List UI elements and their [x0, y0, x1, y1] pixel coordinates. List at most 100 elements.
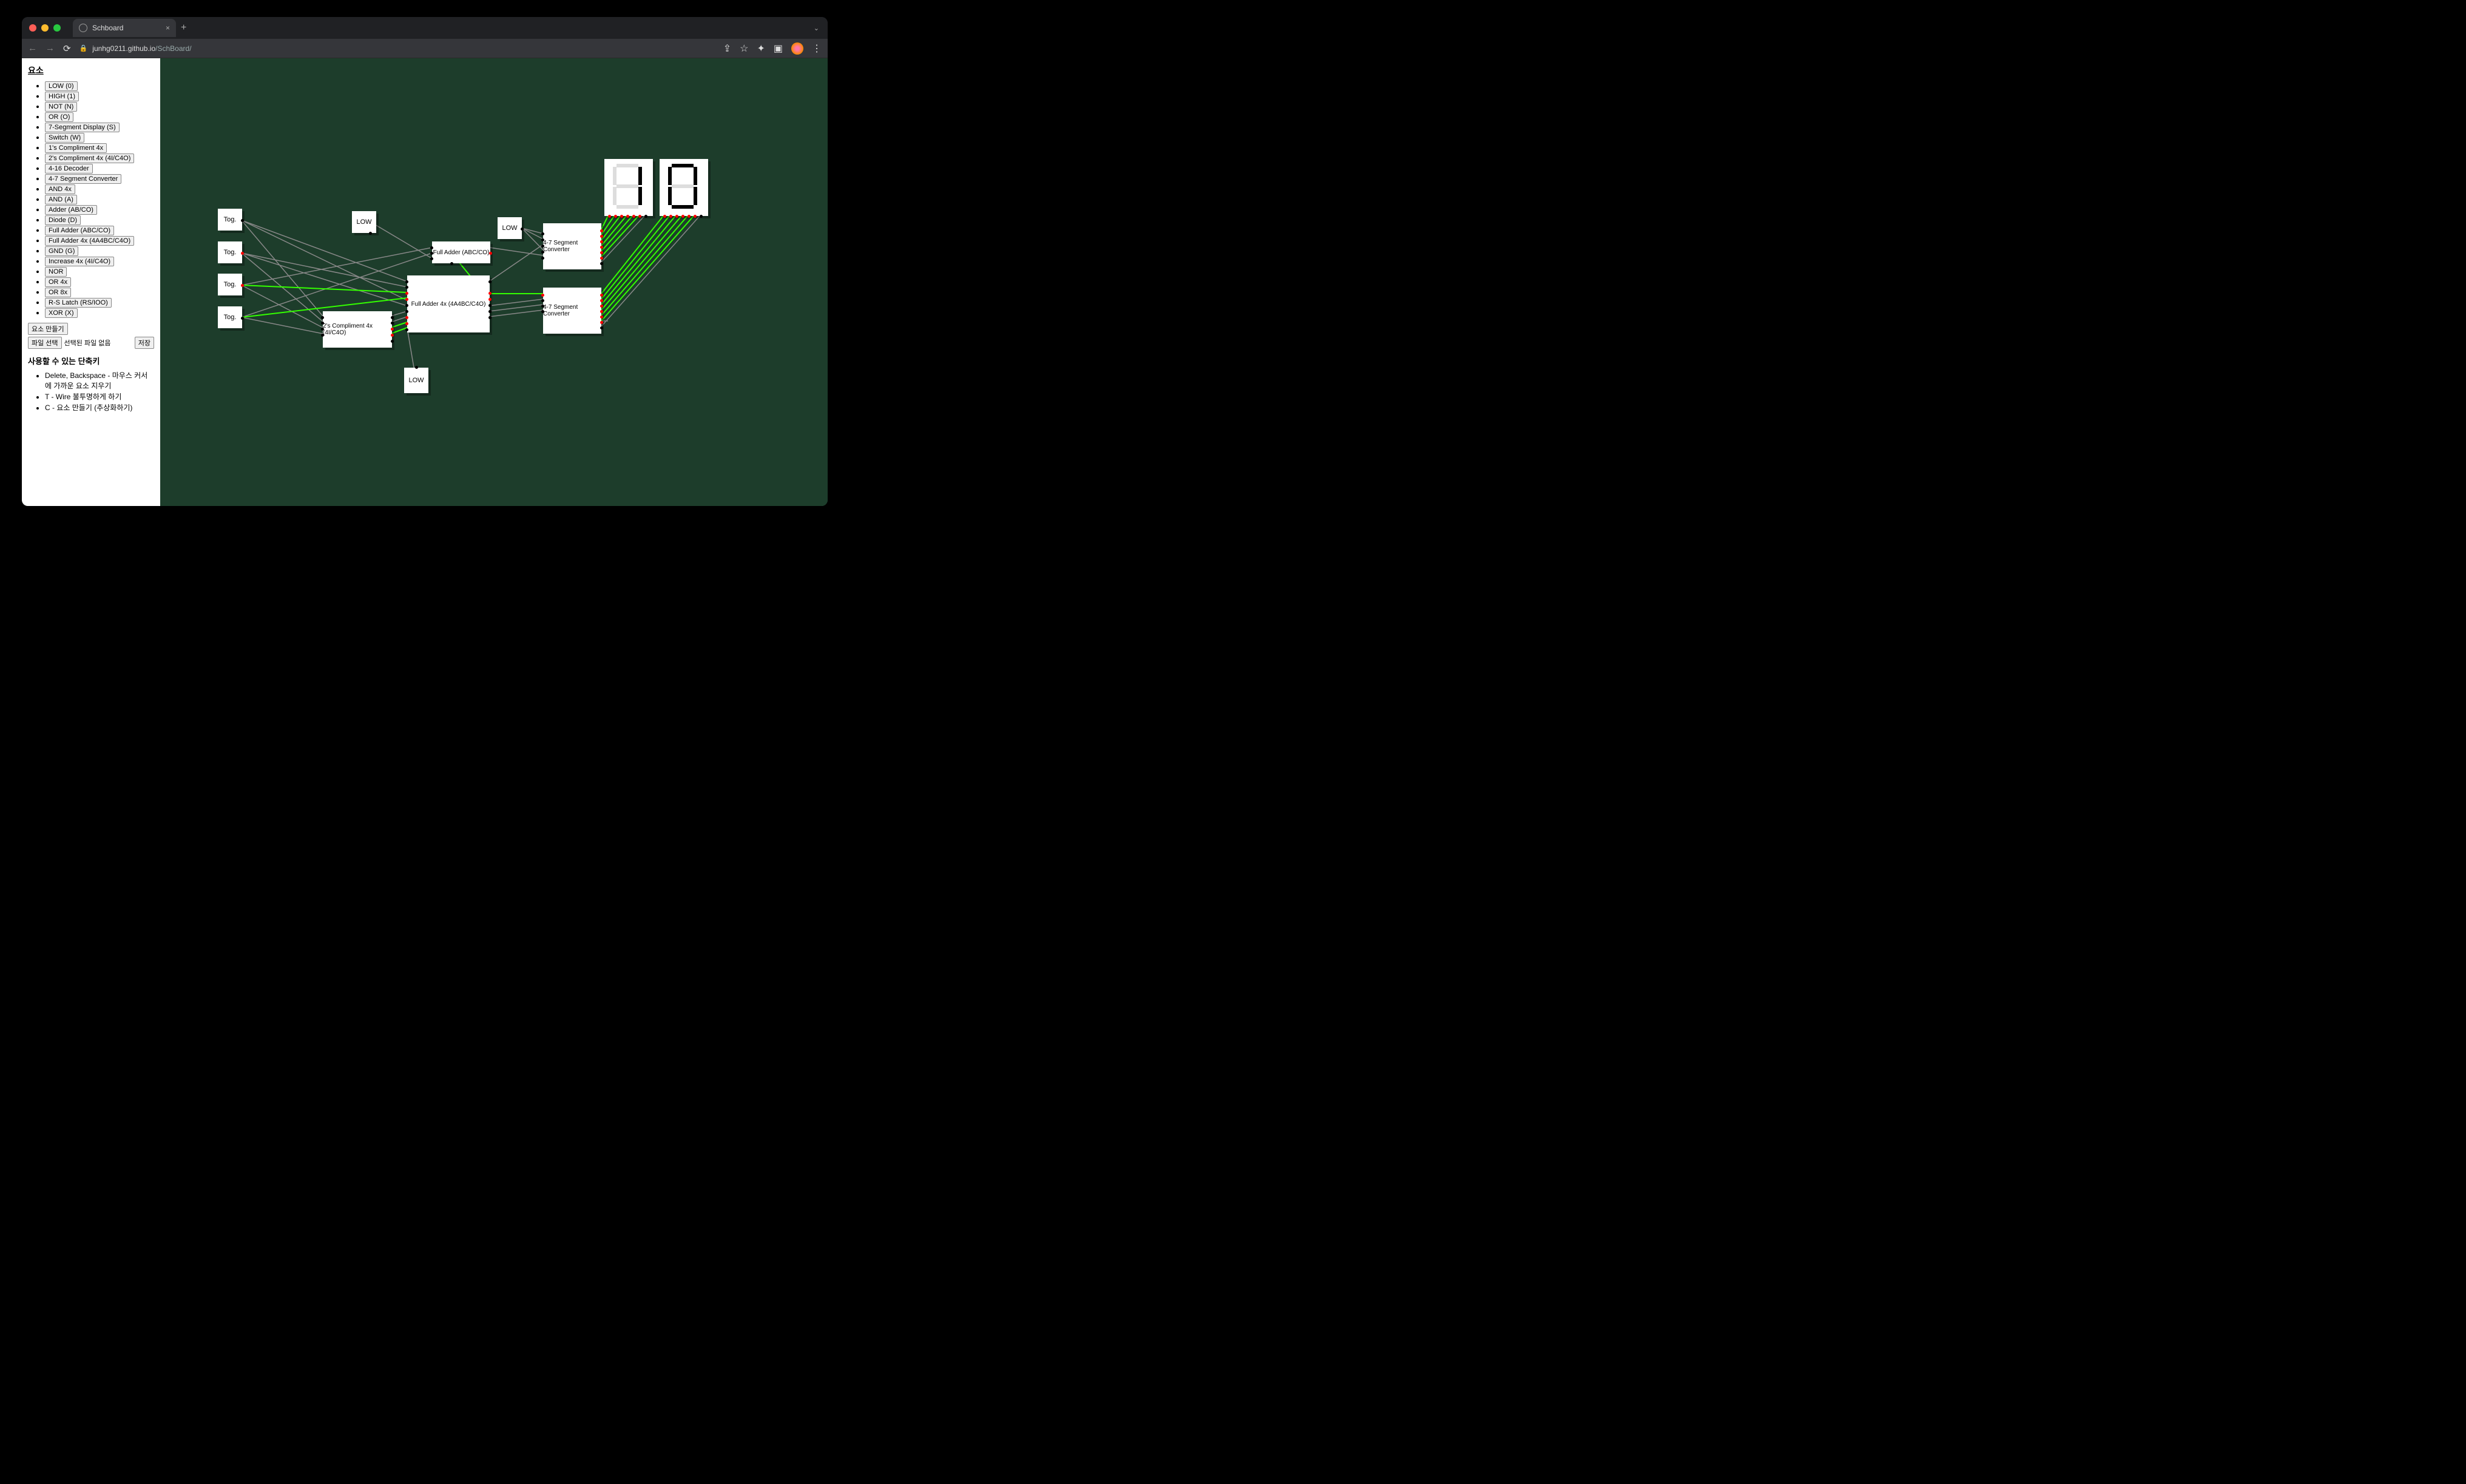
element-button[interactable]: XOR (X) [45, 308, 78, 318]
tabs-menu-icon[interactable]: ⌄ [814, 24, 819, 32]
node-toggle-3[interactable]: Tog. [218, 274, 242, 295]
element-button[interactable]: 2's Compliment 4x (4I/C4O) [45, 153, 134, 163]
element-list-item: Diode (D) [45, 215, 154, 225]
file-select-button[interactable]: 파일 선택 [28, 337, 62, 349]
element-button[interactable]: OR (O) [45, 112, 73, 122]
extensions-icon[interactable]: ✦ [757, 42, 765, 55]
element-button[interactable]: HIGH (1) [45, 92, 79, 101]
element-list-item: Adder (AB/CO) [45, 205, 154, 215]
node-converter-2[interactable]: 4-7 Segment Converter [543, 288, 601, 334]
element-button[interactable]: Full Adder 4x (4A4BC/C4O) [45, 236, 134, 246]
element-button[interactable]: Diode (D) [45, 215, 81, 225]
element-list-item: XOR (X) [45, 308, 154, 318]
node-toggle-4[interactable]: Tog. [218, 306, 242, 328]
element-list-item: NOR [45, 267, 154, 277]
panel-icon[interactable]: ▣ [774, 42, 783, 55]
shortcut-item: Delete, Backspace - 마우스 커서에 가까운 요소 지우기 [45, 370, 154, 391]
sidebar-heading: 요소 [28, 64, 154, 76]
tab-bar: Schboard × + ⌄ [22, 17, 828, 39]
bookmark-icon[interactable]: ☆ [740, 42, 748, 55]
save-button[interactable]: 저장 [135, 337, 154, 349]
node-low-2[interactable]: LOW [498, 217, 522, 239]
element-button[interactable]: 1's Compliment 4x [45, 143, 107, 153]
element-button[interactable]: Full Adder (ABC/CO) [45, 226, 114, 235]
url-field[interactable]: 🔒 junhg0211.github.io/SchBoard/ [79, 44, 715, 53]
maximize-window-icon[interactable] [53, 24, 61, 32]
shortcuts-heading: 사용할 수 있는 단축키 [28, 355, 154, 366]
element-button[interactable]: Increase 4x (4I/C4O) [45, 257, 114, 266]
node-label: 4-7 Segment Converter [543, 304, 601, 317]
element-button[interactable]: OR 8x [45, 288, 71, 297]
node-2s-compliment[interactable]: 2's Compliment 4x (4I/C4O) [323, 311, 392, 348]
element-button[interactable]: 7-Segment Display (S) [45, 123, 120, 132]
element-list-item: 1's Compliment 4x [45, 143, 154, 153]
element-list-item: AND (A) [45, 195, 154, 204]
share-icon[interactable]: ⇪ [723, 42, 731, 55]
element-button[interactable]: 4-16 Decoder [45, 164, 93, 174]
node-label: LOW [408, 377, 424, 384]
node-label: 4-7 Segment Converter [543, 240, 601, 253]
element-button[interactable]: Adder (AB/CO) [45, 205, 97, 215]
element-list-item: OR 8x [45, 288, 154, 297]
node-toggle-2[interactable]: Tog. [218, 241, 242, 263]
element-list-item: 4-7 Segment Converter [45, 174, 154, 184]
seven-segment-display-1[interactable] [604, 159, 653, 216]
element-list-item: 2's Compliment 4x (4I/C4O) [45, 153, 154, 163]
reload-icon[interactable]: ⟳ [63, 43, 71, 54]
node-label: Tog. [224, 281, 237, 288]
file-status: 선택된 파일 없음 [64, 338, 111, 348]
node-converter-1[interactable]: 4-7 Segment Converter [543, 223, 601, 269]
url-path: /SchBoard/ [155, 44, 191, 53]
node-label: Tog. [224, 249, 237, 256]
node-full-adder[interactable]: Full Adder (ABC/CO) [432, 241, 490, 263]
node-label: LOW [502, 224, 517, 232]
node-label: 2's Compliment 4x (4I/C4O) [323, 323, 392, 336]
menu-icon[interactable]: ⋮ [812, 42, 822, 55]
element-button[interactable]: AND 4x [45, 184, 75, 194]
close-window-icon[interactable] [29, 24, 36, 32]
new-tab-button[interactable]: + [181, 22, 186, 33]
element-button[interactable]: GND (G) [45, 246, 78, 256]
lock-icon: 🔒 [79, 44, 88, 52]
element-button[interactable]: OR 4x [45, 277, 71, 287]
close-tab-icon[interactable]: × [166, 24, 170, 32]
element-list-item: OR (O) [45, 112, 154, 122]
globe-icon [79, 24, 87, 32]
node-label: Tog. [224, 216, 237, 223]
element-list-item: GND (G) [45, 246, 154, 256]
node-label: LOW [356, 218, 371, 226]
element-list-item: AND 4x [45, 184, 154, 194]
tab-title: Schboard [92, 24, 123, 32]
browser-tab[interactable]: Schboard × [73, 19, 176, 37]
element-button[interactable]: LOW (0) [45, 81, 78, 91]
element-list-item: Increase 4x (4I/C4O) [45, 257, 154, 266]
seven-segment-display-2[interactable] [660, 159, 708, 216]
element-button[interactable]: Switch (W) [45, 133, 84, 143]
element-list-item: R-S Latch (RS/IOO) [45, 298, 154, 308]
element-button[interactable]: NOT (N) [45, 102, 77, 112]
element-button[interactable]: R-S Latch (RS/IOO) [45, 298, 112, 308]
element-button[interactable]: NOR [45, 267, 67, 277]
back-icon[interactable]: ← [28, 43, 37, 53]
canvas[interactable]: Tog. Tog. Tog. Tog. LOW LOW [160, 58, 828, 506]
window-controls [29, 24, 61, 32]
node-label: Tog. [224, 314, 237, 321]
node-full-adder-4x[interactable]: Full Adder 4x (4A4BC/C4O) [407, 275, 490, 332]
element-list-item: HIGH (1) [45, 92, 154, 101]
element-list-item: Full Adder 4x (4A4BC/C4O) [45, 236, 154, 246]
shortcut-item: C - 요소 만들기 (추상화하기) [45, 402, 154, 413]
profile-avatar[interactable] [791, 42, 803, 55]
create-element-button[interactable]: 요소 만들기 [28, 323, 68, 335]
minimize-window-icon[interactable] [41, 24, 49, 32]
element-button[interactable]: AND (A) [45, 195, 77, 204]
element-button[interactable]: 4-7 Segment Converter [45, 174, 121, 184]
element-list-item: OR 4x [45, 277, 154, 287]
node-low-3[interactable]: LOW [404, 368, 428, 393]
element-list: LOW (0)HIGH (1)NOT (N)OR (O)7-Segment Di… [28, 81, 154, 318]
node-low-1[interactable]: LOW [352, 211, 376, 233]
element-list-item: NOT (N) [45, 102, 154, 112]
sidebar: 요소 LOW (0)HIGH (1)NOT (N)OR (O)7-Segment… [22, 58, 160, 506]
node-toggle-1[interactable]: Tog. [218, 209, 242, 231]
shortcut-item: T - Wire 불투명하게 하기 [45, 391, 154, 402]
node-label: Full Adder 4x (4A4BC/C4O) [411, 301, 486, 308]
